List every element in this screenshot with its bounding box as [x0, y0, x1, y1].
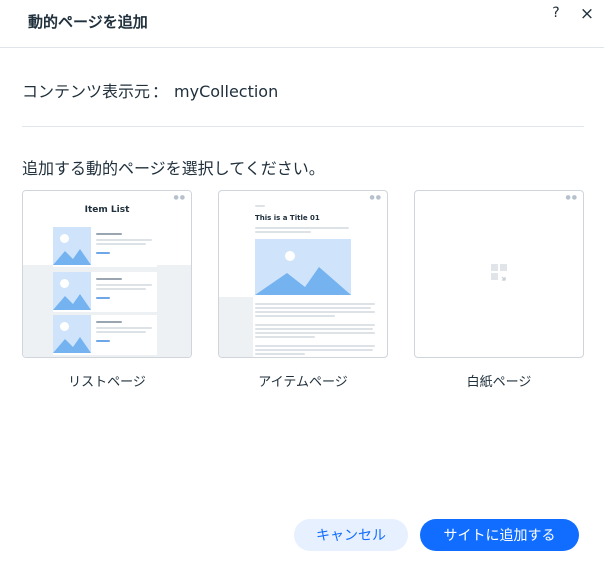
- blank-page-label[interactable]: 白紙ページ: [414, 371, 584, 390]
- content-source-value: myCollection: [174, 82, 279, 101]
- help-button[interactable]: ?: [548, 5, 564, 25]
- list-preview-row: [53, 272, 157, 312]
- content-source: コンテンツ表示元： myCollection: [22, 78, 278, 102]
- blank-page-icon: [491, 264, 507, 281]
- close-button[interactable]: ×: [578, 4, 596, 24]
- list-page-label[interactable]: リストページ: [22, 371, 192, 390]
- dialog-header: 動的ページを追加 ? ×: [0, 0, 604, 48]
- list-preview-title: Item List: [84, 205, 130, 215]
- image-placeholder-icon: [53, 315, 91, 353]
- window-dots-icon: ●●: [565, 194, 578, 201]
- window-dots-icon: ●●: [173, 194, 186, 201]
- add-to-site-button[interactable]: サイトに追加する: [420, 519, 579, 551]
- page-type-prompt: 追加する動的ページを選択してください。: [22, 159, 325, 178]
- close-icon: ×: [579, 4, 595, 24]
- list-preview-row: [53, 315, 157, 355]
- help-icon: ?: [552, 5, 560, 21]
- divider: [22, 126, 584, 127]
- item-page-label[interactable]: アイテムページ: [218, 371, 388, 390]
- image-placeholder-icon: [53, 227, 91, 265]
- blank-page-card[interactable]: ●●: [414, 190, 584, 358]
- item-preview-background: [219, 297, 253, 357]
- image-placeholder-icon: [255, 239, 351, 295]
- window-dots-icon: ●●: [369, 194, 382, 201]
- cancel-button[interactable]: キャンセル: [294, 519, 408, 551]
- content-source-label: コンテンツ表示元: [22, 82, 151, 101]
- item-page-card[interactable]: ●● This is a Title 01: [218, 190, 388, 358]
- list-page-card[interactable]: ●● Item List: [22, 190, 192, 358]
- item-preview-title: This is a Title 01: [255, 214, 320, 222]
- content-source-separator: ：: [152, 82, 169, 101]
- list-preview-row: [53, 227, 157, 267]
- dialog-title: 動的ページを追加: [28, 13, 148, 31]
- image-placeholder-icon: [53, 272, 91, 310]
